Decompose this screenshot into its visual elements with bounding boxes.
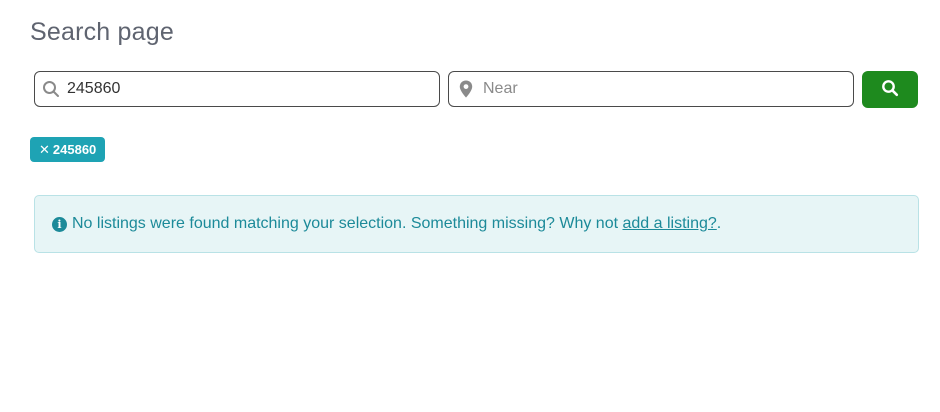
close-icon[interactable]: ✕: [39, 142, 50, 158]
add-listing-link[interactable]: add a listing?: [622, 215, 716, 233]
no-results-alert: i No listings were found matching your s…: [34, 195, 919, 253]
alert-suffix: .: [716, 215, 722, 232]
near-input[interactable]: [483, 80, 853, 98]
map-marker-icon: [449, 80, 483, 98]
page-title: Search page: [30, 18, 174, 46]
search-page: Search page ✕ 245860: [0, 0, 940, 412]
alert-message: No listings were found matching your sel…: [72, 215, 623, 232]
filter-chip[interactable]: ✕ 245860: [30, 137, 106, 162]
filter-chip-label: 245860: [52, 142, 97, 157]
search-icon: [881, 79, 899, 100]
info-circle-icon: i: [52, 216, 67, 232]
keyword-input[interactable]: [67, 80, 439, 98]
near-field[interactable]: [448, 71, 854, 107]
search-icon: [35, 80, 67, 98]
keyword-field[interactable]: [34, 71, 440, 107]
search-button[interactable]: [862, 71, 918, 108]
